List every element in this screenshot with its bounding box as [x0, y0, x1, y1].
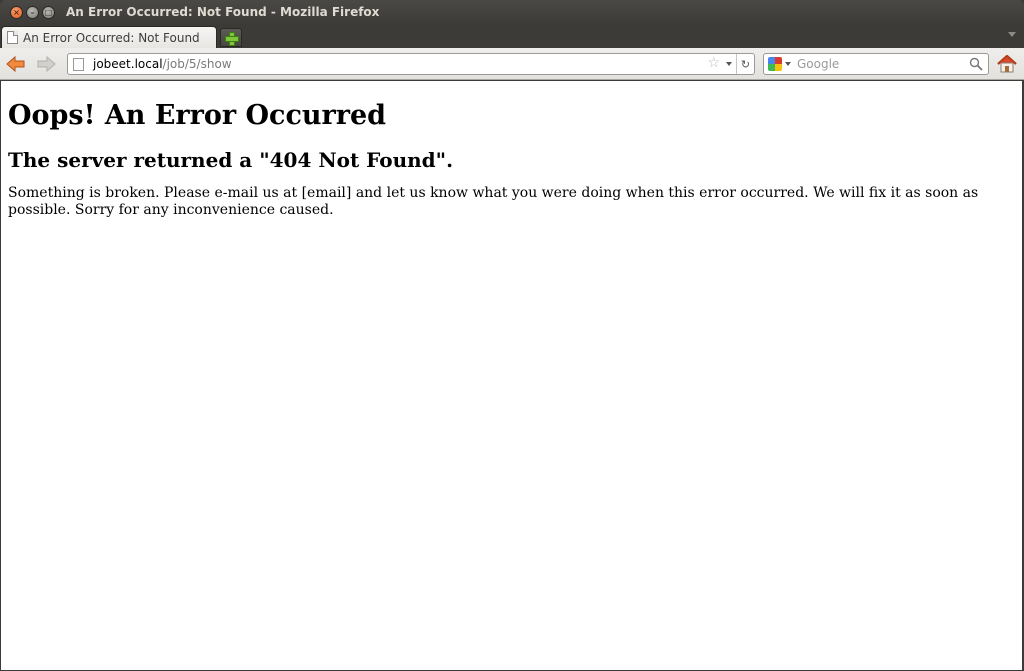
home-icon[interactable] — [996, 53, 1018, 75]
window-close-button[interactable]: × — [10, 6, 23, 19]
maximize-icon: □ — [44, 7, 53, 17]
dropdown-icon[interactable] — [726, 62, 732, 66]
search-input[interactable] — [797, 57, 967, 71]
window-minimize-button[interactable]: – — [26, 6, 39, 19]
new-tab-button[interactable] — [220, 28, 242, 47]
reload-button[interactable]: ↻ — [736, 54, 754, 74]
close-icon: × — [13, 7, 20, 17]
forward-button[interactable] — [35, 54, 57, 74]
window-title: An Error Occurred: Not Found - Mozilla F… — [66, 5, 380, 19]
title-bar: × – □ An Error Occurred: Not Found - Moz… — [0, 0, 1024, 26]
error-subtitle: The server returned a "404 Not Found". — [8, 148, 454, 172]
back-arrow-icon — [6, 55, 25, 73]
page-icon — [73, 57, 84, 71]
dropdown-icon — [785, 62, 791, 66]
google-logo-icon — [768, 57, 782, 71]
new-tab-plus-icon — [225, 31, 239, 46]
url-bar[interactable]: jobeet.local/job/5/show ☆ ↻ — [67, 53, 755, 75]
error-message: Something is broken. Please e-mail us at… — [8, 185, 979, 218]
bookmark-star-icon[interactable]: ☆ — [707, 55, 720, 71]
back-button[interactable] — [5, 54, 27, 74]
search-magnifier-icon[interactable] — [969, 57, 983, 71]
page-icon — [7, 31, 18, 44]
search-engine-selector[interactable] — [768, 57, 791, 71]
search-bar[interactable] — [763, 53, 989, 75]
page-content: Oops! An Error Occurred The server retur… — [1, 81, 1022, 670]
tab-active[interactable]: An Error Occurred: Not Found — [1, 26, 217, 48]
tab-strip: An Error Occurred: Not Found — [0, 26, 1024, 48]
tab-list-dropdown-icon[interactable] — [1008, 32, 1016, 37]
minimize-icon: – — [30, 7, 35, 17]
url-text[interactable]: jobeet.local/job/5/show — [93, 57, 232, 71]
forward-arrow-icon — [37, 55, 56, 73]
navigation-bar: jobeet.local/job/5/show ☆ ↻ — [0, 48, 1024, 80]
url-host: jobeet.local — [93, 57, 163, 71]
reload-icon: ↻ — [740, 57, 751, 71]
tab-label: An Error Occurred: Not Found — [23, 30, 200, 45]
page-title: Oops! An Error Occurred — [8, 100, 387, 131]
window-maximize-button[interactable]: □ — [42, 6, 55, 19]
url-path: /job/5/show — [162, 57, 232, 71]
